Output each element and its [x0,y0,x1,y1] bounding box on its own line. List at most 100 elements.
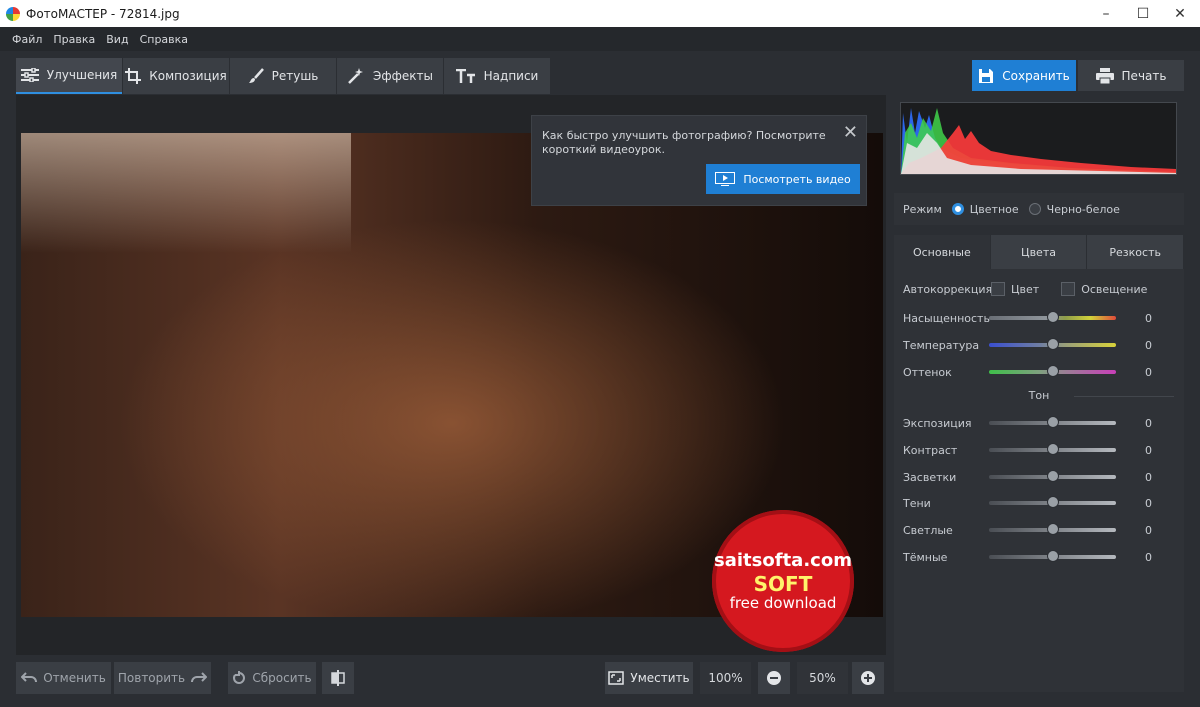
zoom-value[interactable]: 50% [797,662,848,694]
menu-help[interactable]: Справка [140,33,188,46]
app-logo-icon [6,6,20,21]
slider-handle[interactable] [1046,365,1059,377]
auto-color-checkbox[interactable] [991,282,1005,296]
fit-button[interactable]: Уместить [605,662,693,694]
slider-track[interactable] [989,496,1116,508]
slider-handle[interactable] [1046,523,1059,535]
slider-label: Тени [903,496,931,510]
slider-track[interactable] [989,311,1116,323]
zoom-in-button[interactable] [852,662,884,694]
slider-handle[interactable] [1046,443,1059,455]
slider-temperature: Температура 0 [903,337,1178,353]
close-window-icon[interactable]: ✕ [1160,0,1200,27]
slider-highlights: Засветки 0 [903,469,1178,485]
brush-icon [248,68,264,83]
slider-handle[interactable] [1046,496,1059,508]
mode-label: Режим [903,202,942,216]
slider-value: 0 [1145,365,1152,379]
print-label: Печать [1121,68,1167,83]
maximize-icon[interactable]: ☐ [1123,0,1163,27]
slider-tint: Оттенок 0 [903,364,1178,380]
mode-color-label[interactable]: Цветное [970,203,1019,216]
tab-captions[interactable]: Надписи [444,58,550,94]
slider-handle[interactable] [1046,311,1059,323]
adjust-panel: Автокоррекция Цвет Освещение Насыщенност… [894,269,1184,692]
watch-video-label: Посмотреть видео [743,172,851,186]
photo-light-area [21,133,351,253]
mode-color-radio[interactable] [951,203,964,215]
tone-title: Тон [1004,389,1074,402]
title-bar: ФотоМАСТЕР - 72814.jpg – ☐ ✕ [0,0,1200,27]
mode-bw-radio[interactable] [1028,203,1041,215]
magic-wand-icon [348,68,363,84]
slider-value: 0 [1145,416,1152,430]
tab-enhancements-label: Улучшения [46,68,118,82]
zoom-out-button[interactable] [758,662,790,694]
print-button[interactable]: Печать [1078,60,1184,91]
histogram [900,102,1177,175]
zoom-100-button[interactable]: 100% [700,662,751,694]
menu-bar: Файл Правка Вид Справка [0,27,1200,51]
slider-label: Температура [903,338,980,352]
slider-track[interactable] [989,523,1116,535]
subtab-basic[interactable]: Основные [894,235,990,269]
compare-icon [331,670,345,686]
histogram-graph [901,108,1176,174]
undo-label: Отменить [43,671,106,685]
slider-value: 0 [1145,550,1152,564]
tab-retouch[interactable]: Ретушь [230,58,336,94]
tab-composition[interactable]: Композиция [123,58,229,94]
slider-handle[interactable] [1046,416,1059,428]
tab-captions-label: Надписи [483,69,539,83]
slider-saturation: Насыщенность 0 [903,310,1178,326]
slider-track[interactable] [989,470,1116,482]
reset-button[interactable]: Сбросить [228,662,316,694]
menu-view[interactable]: Вид [106,33,128,46]
tab-enhancements[interactable]: Улучшения [16,58,122,94]
menu-edit[interactable]: Правка [53,33,95,46]
mode-row: Режим Цветное Черно-белое [894,193,1184,225]
plus-circle-icon [861,671,875,685]
slider-shadows: Тени 0 [903,495,1178,511]
window-title: ФотоМАСТЕР - 72814.jpg [26,6,180,21]
slider-handle[interactable] [1046,470,1059,482]
save-button[interactable]: Сохранить [972,60,1076,91]
auto-light-label[interactable]: Освещение [1081,283,1147,296]
subtab-colors[interactable]: Цвета [990,235,1087,269]
fit-screen-icon [608,671,625,685]
reset-icon [233,671,246,684]
badge-line-soft: SOFT [753,572,813,596]
auto-light-checkbox[interactable] [1061,282,1076,296]
slider-track[interactable] [989,443,1116,455]
auto-color-label[interactable]: Цвет [1011,283,1039,296]
slider-track[interactable] [989,550,1116,562]
badge-line-free: free download [729,594,837,612]
compare-button[interactable] [322,662,354,694]
slider-handle[interactable] [1046,550,1059,562]
slider-value: 0 [1145,443,1152,457]
undo-button[interactable]: Отменить [16,662,111,694]
redo-button[interactable]: Повторить [114,662,211,694]
save-label: Сохранить [1002,68,1070,83]
close-icon[interactable]: ✕ [843,122,858,143]
mode-bw-label[interactable]: Черно-белое [1047,203,1120,216]
slider-handle[interactable] [1046,338,1059,350]
crop-icon [125,68,142,84]
slider-track[interactable] [989,416,1116,428]
slider-label: Оттенок [903,365,952,379]
tab-effects[interactable]: Эффекты [337,58,443,94]
subtab-sharpness[interactable]: Резкость [1087,235,1184,269]
watch-video-button[interactable]: Посмотреть видео [706,164,860,194]
slider-lights: Светлые 0 [903,522,1178,538]
slider-track[interactable] [989,338,1116,350]
badge-line-site: saitsofta.com [714,550,852,571]
text-icon [455,69,475,83]
slider-track[interactable] [989,365,1116,377]
slider-value: 0 [1145,311,1152,325]
tip-text: Как быстро улучшить фотографию? Посмотри… [542,129,826,156]
video-play-icon [715,172,736,186]
redo-label: Повторить [117,671,186,685]
menu-file[interactable]: Файл [12,33,42,46]
tab-retouch-label: Ретушь [271,69,319,83]
minimize-icon[interactable]: – [1086,0,1126,27]
